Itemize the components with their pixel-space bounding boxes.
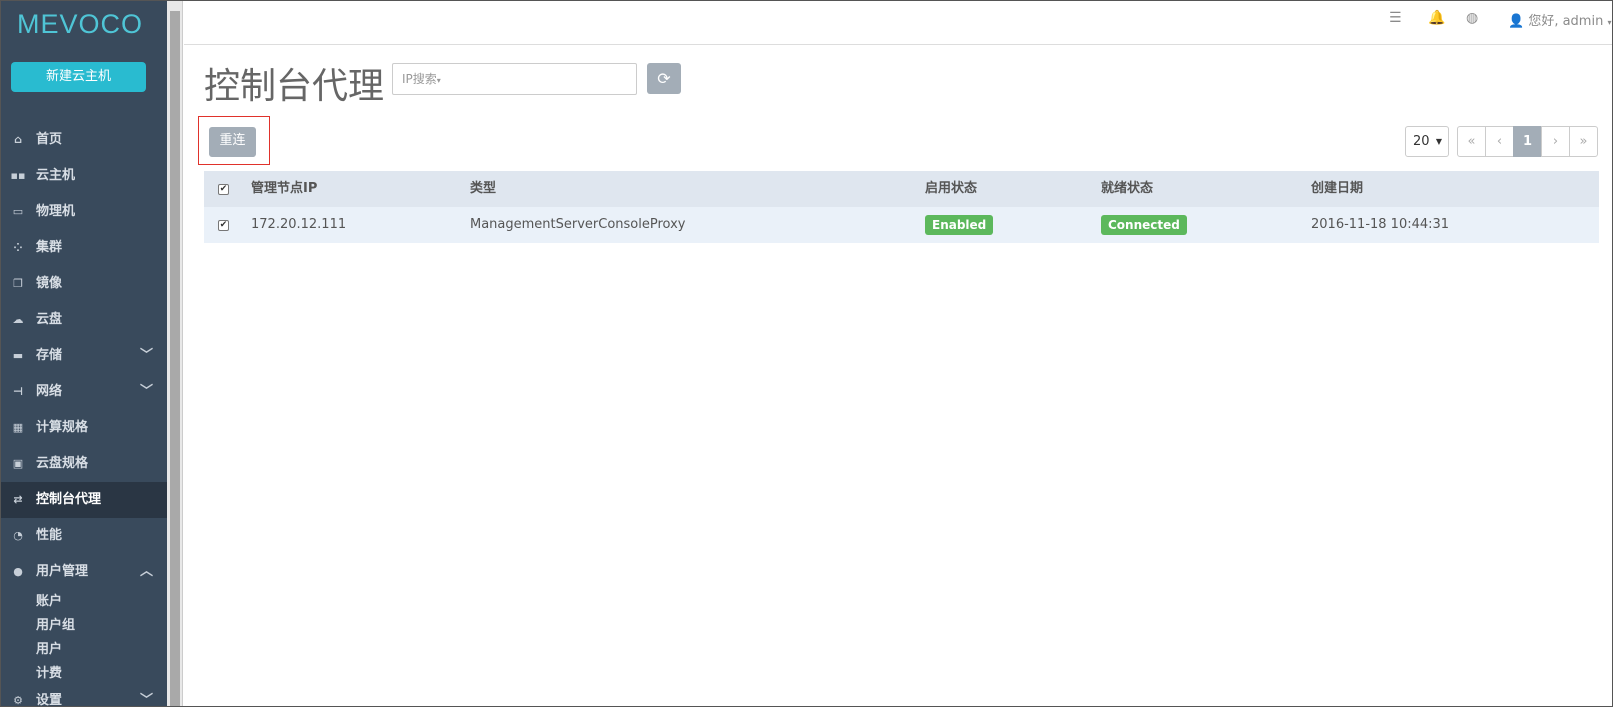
sidebar-item-label: 网络 <box>36 384 63 399</box>
last-page-button[interactable]: » <box>1569 126 1598 157</box>
console-proxy-table: ✔ 管理节点IP 类型 启用状态 就绪状态 创建日期 ✔ 172.20.12.1… <box>204 171 1599 243</box>
next-page-button[interactable]: › <box>1541 126 1570 157</box>
sidebar-item-image[interactable]: ❐ 镜像 <box>1 266 167 302</box>
top-navbar: ☰ 🔔 ◍ <box>184 1 1612 45</box>
sidebar-item-label: 物理机 <box>36 204 76 219</box>
column-header[interactable]: 类型 <box>470 171 496 207</box>
sidebar-item-label: 用户管理 <box>36 564 89 579</box>
sidebar-item-vm[interactable]: ▪▪ 云主机 <box>1 158 167 194</box>
reconnect-button[interactable]: 重连 <box>209 127 256 157</box>
sidebar-item-label: 计算规格 <box>36 420 89 435</box>
refresh-button[interactable]: ⟳ <box>647 63 681 94</box>
sidebar-item-settings[interactable]: ⚙ 设置 ﹀ <box>1 686 167 707</box>
caret-down-icon: ▾ <box>1607 18 1612 27</box>
select-all-checkbox[interactable]: ✔ <box>218 184 229 195</box>
chevron-down-icon: ﹀ <box>139 384 153 399</box>
sidebar-item-label: 首页 <box>36 132 63 147</box>
app-window: MEVOCO 新建云主机 ⌂ 首页 ▪▪ 云主机 ▭ 物理机 ⁘ 集群 ❐ 镜像 <box>0 0 1613 707</box>
sidebar-item-label: 集群 <box>36 240 63 255</box>
sidebar-item-disk-spec[interactable]: ▣ 云盘规格 <box>1 446 167 482</box>
sidebar-item-network[interactable]: ⊣ 网络 ﹀ <box>1 374 167 410</box>
cloud-disk-icon: ☁ <box>12 313 24 326</box>
cluster-icon: ⁘ <box>13 241 23 254</box>
column-header[interactable]: 创建日期 <box>1311 171 1363 207</box>
user-icon: 👤 <box>1508 14 1525 29</box>
search-input[interactable]: IP搜索▾ <box>392 63 637 95</box>
first-page-button[interactable]: « <box>1457 126 1486 157</box>
sidebar-item-label: 设置 <box>36 693 63 707</box>
vm-icon: ▪▪ <box>10 169 26 182</box>
status-badge: Connected <box>1101 214 1187 235</box>
sidebar-item-cluster[interactable]: ⁘ 集群 <box>1 230 167 266</box>
performance-icon: ◔ <box>13 529 23 542</box>
chevron-up-icon: ︿ <box>139 564 153 579</box>
search-placeholder: IP搜索 <box>402 72 437 86</box>
logo: MEVOCO <box>17 9 144 39</box>
pagination: « ‹ 1 › » <box>1457 126 1598 157</box>
sidebar-item-user-management[interactable]: ● 用户管理 ︿ <box>1 554 167 590</box>
network-icon: ⊣ <box>12 385 24 398</box>
column-header[interactable]: 管理节点IP <box>251 171 317 207</box>
console-proxy-icon: ⇄ <box>13 493 23 506</box>
sidebar-item-label: 控制台代理 <box>36 492 102 507</box>
sidebar-subitem-account[interactable]: 账户 <box>1 590 167 614</box>
new-vm-button[interactable]: 新建云主机 <box>11 62 146 92</box>
column-header[interactable]: 启用状态 <box>925 171 977 207</box>
cell-created: 2016-11-18 10:44:31 <box>1311 217 1450 232</box>
cell-type: ManagementServerConsoleProxy <box>470 217 686 232</box>
state-badge: Enabled <box>925 214 994 235</box>
column-header[interactable]: 就绪状态 <box>1101 171 1153 207</box>
sidebar-item-label: 云盘规格 <box>36 456 89 471</box>
user-icon: ● <box>13 565 23 578</box>
cell-ip: 172.20.12.111 <box>251 217 347 232</box>
image-icon: ❐ <box>13 277 23 290</box>
table-header: ✔ 管理节点IP 类型 启用状态 就绪状态 创建日期 <box>204 171 1599 207</box>
sidebar-item-label: 云主机 <box>36 168 76 183</box>
sidebar-item-host[interactable]: ▭ 物理机 <box>1 194 167 230</box>
sidebar-item-storage[interactable]: ▬ 存储 ﹀ <box>1 338 167 374</box>
caret-down-icon: ▼ <box>1435 137 1442 146</box>
gear-icon: ⚙ <box>13 694 23 707</box>
sidebar-nav: ⌂ 首页 ▪▪ 云主机 ▭ 物理机 ⁘ 集群 ❐ 镜像 ☁ 云盘 ▬ 存储 ﹀ … <box>1 122 167 707</box>
disk-spec-icon: ▣ <box>12 457 24 470</box>
sidebar-item-performance[interactable]: ◔ 性能 <box>1 518 167 554</box>
page-title: 控制台代理 <box>204 66 385 107</box>
table-row[interactable]: ✔ 172.20.12.111 ManagementServerConsoleP… <box>204 207 1599 243</box>
sidebar-item-label: 存储 <box>36 348 63 363</box>
scrollbar-thumb[interactable] <box>170 11 180 706</box>
refresh-icon: ⟳ <box>657 69 671 88</box>
sidebar-item-label: 镜像 <box>36 276 63 291</box>
sidebar-subitem-user-group[interactable]: 用户组 <box>1 614 167 638</box>
caret-down-icon: ▾ <box>436 76 441 85</box>
user-greeting: 您好, admin <box>1528 14 1604 29</box>
prev-page-button[interactable]: ‹ <box>1485 126 1514 157</box>
page-size-value: 20 <box>1413 134 1430 149</box>
host-icon: ▭ <box>12 205 24 218</box>
list-icon[interactable]: ☰ <box>1389 10 1402 26</box>
page-1-button[interactable]: 1 <box>1513 126 1542 157</box>
sidebar: MEVOCO 新建云主机 ⌂ 首页 ▪▪ 云主机 ▭ 物理机 ⁘ 集群 ❐ 镜像 <box>1 1 167 707</box>
bell-icon[interactable]: 🔔 <box>1428 10 1445 26</box>
sidebar-scrollbar[interactable] <box>167 1 183 706</box>
sidebar-item-console-proxy[interactable]: ⇄ 控制台代理 <box>1 482 167 518</box>
row-checkbox[interactable]: ✔ <box>218 220 229 231</box>
storage-icon: ▬ <box>12 349 24 362</box>
compute-spec-icon: ▦ <box>12 421 24 434</box>
sidebar-subitem-user[interactable]: 用户 <box>1 638 167 662</box>
sidebar-item-label: 性能 <box>36 528 63 543</box>
sidebar-item-home[interactable]: ⌂ 首页 <box>1 122 167 158</box>
page-size-select[interactable]: 20 ▼ <box>1405 126 1449 157</box>
sidebar-subitem-billing[interactable]: 计费 <box>1 662 167 686</box>
chevron-down-icon: ﹀ <box>139 348 153 363</box>
sidebar-item-compute-spec[interactable]: ▦ 计算规格 <box>1 410 167 446</box>
chevron-down-icon: ﹀ <box>139 693 153 707</box>
home-icon: ⌂ <box>14 133 22 146</box>
sidebar-item-cloud-disk[interactable]: ☁ 云盘 <box>1 302 167 338</box>
sidebar-item-label: 云盘 <box>36 312 63 327</box>
user-menu[interactable]: 👤 您好, admin ▾ <box>1508 10 1611 29</box>
globe-icon[interactable]: ◍ <box>1466 10 1478 26</box>
